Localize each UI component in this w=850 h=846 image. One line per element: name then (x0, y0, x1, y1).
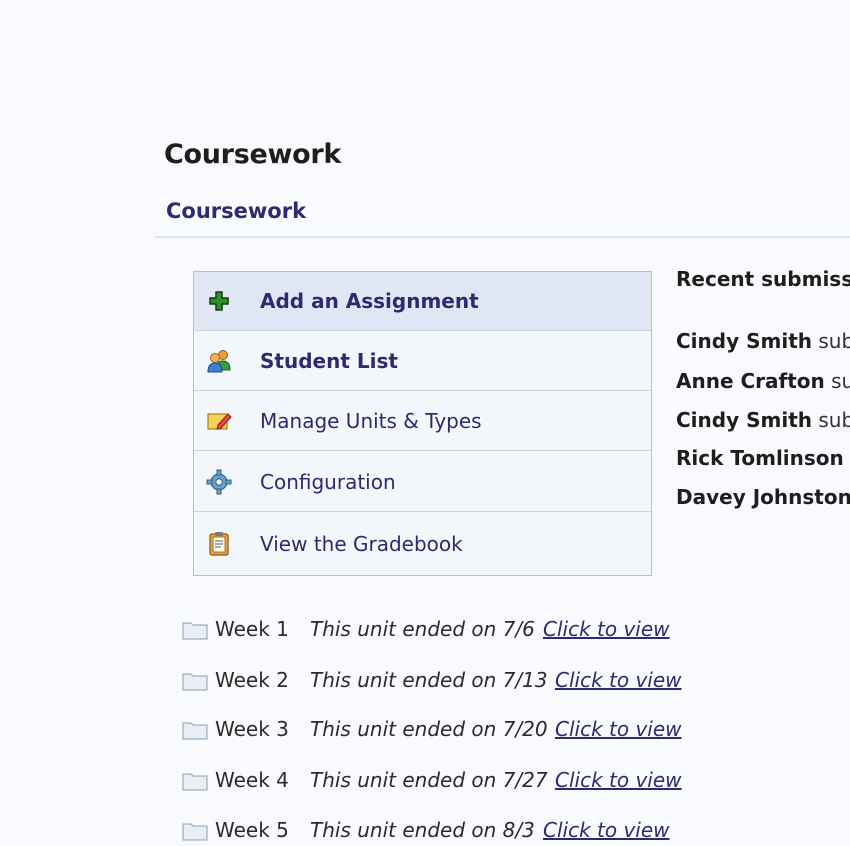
student-name[interactable]: Rick Tomlinson (676, 446, 844, 470)
student-list-menu-item[interactable]: Student List (194, 332, 651, 391)
menu-item-label: View the Gradebook (260, 531, 463, 556)
unit-name: Week 3 (215, 717, 289, 741)
student-name[interactable]: Anne Crafton (676, 369, 825, 393)
menu-item-label: Manage Units & Types (260, 409, 482, 433)
click-to-view-link[interactable]: Click to view (555, 668, 682, 692)
click-to-view-link[interactable]: Click to view (555, 717, 682, 741)
clipboard-icon (209, 531, 229, 556)
folder-icon (182, 823, 208, 841)
unit-name: Week 5 (215, 818, 289, 842)
submission-action: sub (831, 369, 850, 393)
recent-submission-item: Cindy Smith subr (676, 408, 850, 432)
submission-action: subr (818, 329, 850, 353)
folder-icon (182, 773, 208, 791)
unit-status: This unit ended on 7/6 (310, 617, 535, 641)
student-name[interactable]: Cindy Smith (676, 408, 812, 432)
unit-status: This unit ended on 7/27 (310, 768, 548, 792)
gear-icon (206, 469, 232, 495)
recent-submissions-heading: Recent submissi (676, 267, 850, 291)
folder-icon (182, 673, 208, 691)
unit-status: This unit ended on 7/13 (310, 668, 548, 692)
folder-icon (182, 722, 208, 740)
users-icon (207, 350, 231, 373)
unit-name: Week 1 (215, 617, 289, 641)
student-name[interactable]: Cindy Smith (676, 329, 812, 353)
click-to-view-link[interactable]: Click to view (543, 818, 670, 842)
manage-units-menu-item[interactable]: Manage Units & Types (194, 392, 651, 451)
recent-submission-item: Cindy Smith subr (676, 329, 850, 353)
unit-status: This unit ended on 8/3 (310, 818, 535, 842)
add-assignment-menu-item[interactable]: Add an Assignment (194, 272, 651, 331)
coursework-menu: Add an Assignment Student List Manage Un… (193, 271, 652, 576)
section-divider (155, 236, 850, 238)
recent-submission-item: Rick Tomlinson s (676, 446, 850, 470)
submission-action: subr (818, 408, 850, 432)
section-title: Coursework (166, 199, 307, 223)
edit-icon (207, 413, 232, 430)
unit-status: This unit ended on 7/20 (310, 717, 548, 741)
menu-item-label: Add an Assignment (260, 289, 479, 313)
recent-submission-item: Anne Crafton sub (676, 369, 850, 393)
page-title: Coursework (164, 139, 342, 170)
menu-item-label: Student List (260, 349, 398, 373)
click-to-view-link[interactable]: Click to view (555, 768, 682, 792)
unit-name: Week 2 (215, 668, 289, 692)
menu-item-label: Configuration (260, 470, 396, 494)
plus-icon (209, 291, 229, 311)
configuration-menu-item[interactable]: Configuration (194, 453, 651, 512)
gradebook-menu-item[interactable]: View the Gradebook (194, 514, 651, 573)
folder-icon (182, 622, 208, 640)
student-name[interactable]: Davey Johnston (676, 485, 850, 509)
unit-name: Week 4 (215, 768, 289, 792)
recent-submission-item: Davey Johnston (676, 485, 850, 509)
click-to-view-link[interactable]: Click to view (543, 617, 670, 641)
